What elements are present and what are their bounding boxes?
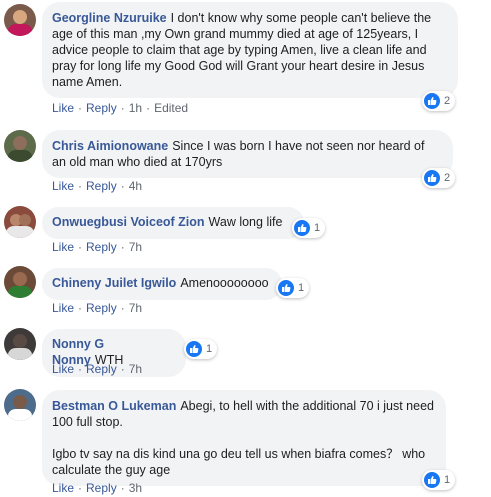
- avatar[interactable]: [4, 4, 36, 36]
- reaction-badge[interactable]: 2: [422, 168, 456, 188]
- comment-author[interactable]: Bestman O Lukeman: [52, 399, 176, 413]
- avatar[interactable]: [4, 130, 36, 162]
- like-link[interactable]: Like: [52, 101, 74, 115]
- timestamp[interactable]: 7h: [129, 362, 142, 376]
- reaction-count: 2: [444, 95, 451, 107]
- reply-link[interactable]: Reply: [86, 179, 117, 193]
- comment-bubble: Chineny Juilet Igwilo Amenoooooooo: [42, 268, 282, 300]
- reply-link[interactable]: Reply: [86, 362, 117, 376]
- reaction-count: 1: [444, 474, 451, 486]
- comment-actions: Like · Reply · 7h: [52, 301, 143, 315]
- avatar-photo-icon: [8, 136, 32, 162]
- avatar[interactable]: [4, 328, 36, 360]
- comment-bubble: Bestman O Lukeman Abegi, to hell with the…: [42, 390, 446, 486]
- reaction-badge[interactable]: 2: [422, 91, 456, 111]
- thumbs-up-icon: [294, 220, 310, 236]
- reaction-badge[interactable]: 1: [422, 470, 456, 490]
- reaction-count: 1: [206, 343, 213, 355]
- like-link[interactable]: Like: [52, 481, 74, 495]
- thumbs-up-icon: [424, 93, 440, 109]
- thumbs-up-icon: [424, 170, 440, 186]
- reply-link[interactable]: Reply: [86, 481, 117, 495]
- timestamp[interactable]: 7h: [129, 301, 142, 315]
- comment-author[interactable]: Onwuegbusi Voiceof Zion: [52, 215, 205, 229]
- reaction-badge[interactable]: 1: [184, 339, 218, 359]
- comment-bubble: Onwuegbusi Voiceof Zion Waw long life: [42, 207, 304, 239]
- avatar-photo-icon: [6, 214, 34, 238]
- avatar-photo-icon: [8, 395, 32, 421]
- thumbs-up-icon: [278, 280, 294, 296]
- reaction-count: 1: [298, 282, 305, 294]
- reaction-badge[interactable]: 1: [276, 278, 310, 298]
- avatar[interactable]: [4, 266, 36, 298]
- comment-actions: Like · Reply · 4h: [52, 179, 143, 193]
- like-link[interactable]: Like: [52, 301, 74, 315]
- timestamp[interactable]: 3h: [129, 481, 142, 495]
- like-link[interactable]: Like: [52, 362, 74, 376]
- avatar-photo-icon: [8, 272, 32, 298]
- reply-link[interactable]: Reply: [86, 240, 117, 254]
- avatar-photo-icon: [8, 334, 32, 360]
- avatar[interactable]: [4, 206, 36, 238]
- comment-author[interactable]: Chineny Juilet Igwilo: [52, 276, 176, 290]
- comment-actions: Like · Reply · 7h: [52, 240, 143, 254]
- comment-bubble: Chris Aimionowane Since I was born I have…: [42, 130, 453, 178]
- like-link[interactable]: Like: [52, 240, 74, 254]
- reaction-count: 2: [444, 172, 451, 184]
- thumbs-up-icon: [424, 472, 440, 488]
- timestamp[interactable]: 7h: [129, 240, 142, 254]
- avatar[interactable]: [4, 389, 36, 421]
- comment-author[interactable]: Georgline Nzuruike: [52, 11, 167, 25]
- like-link[interactable]: Like: [52, 179, 74, 193]
- comment-author[interactable]: Chris Aimionowane: [52, 139, 168, 153]
- reply-link[interactable]: Reply: [86, 101, 117, 115]
- comment-actions: Like · Reply · 3h: [52, 481, 143, 495]
- reaction-badge[interactable]: 1: [292, 218, 326, 238]
- comment-text: Waw long life: [208, 215, 283, 229]
- timestamp[interactable]: 4h: [129, 179, 142, 193]
- thumbs-up-icon: [186, 341, 202, 357]
- reaction-count: 1: [314, 222, 321, 234]
- comment-actions: Like · Reply · 1h · Edited: [52, 101, 189, 115]
- comment-actions: Like · Reply · 7h: [52, 362, 143, 376]
- avatar-photo-icon: [8, 10, 32, 36]
- comment-text: Amenoooooooo: [180, 276, 269, 290]
- edited-label[interactable]: Edited: [154, 101, 188, 115]
- comment-bubble: Georgline Nzuruike I don't know why some …: [42, 2, 458, 98]
- timestamp[interactable]: 1h: [129, 101, 142, 115]
- reply-link[interactable]: Reply: [86, 301, 117, 315]
